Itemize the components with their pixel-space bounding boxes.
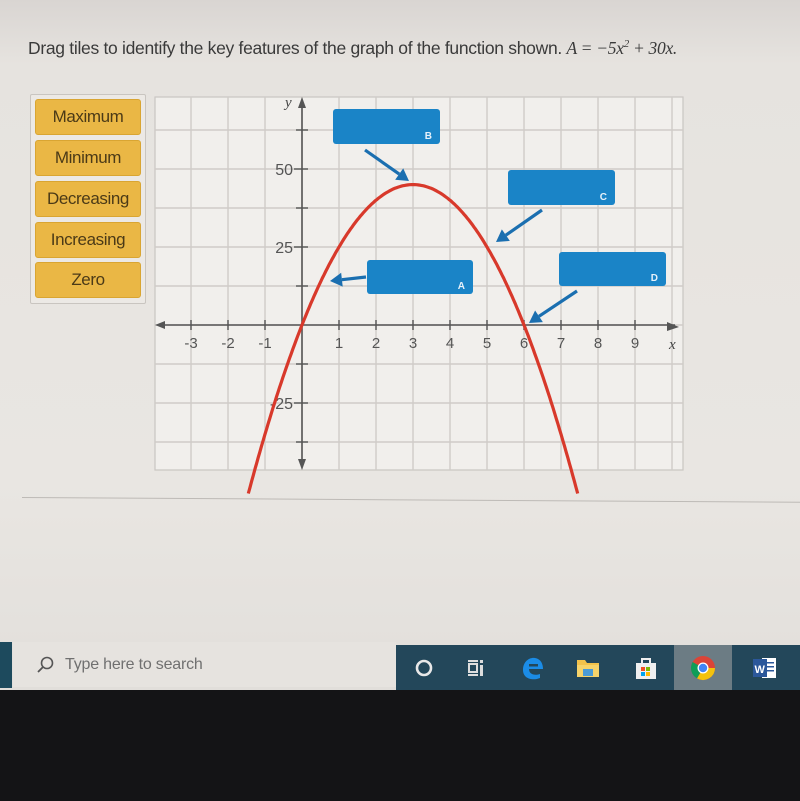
tile-increasing[interactable]: Increasing bbox=[35, 222, 141, 258]
drop-zone-c[interactable]: C bbox=[508, 170, 615, 205]
tile-maximum[interactable]: Maximum bbox=[35, 99, 141, 135]
screen-bezel bbox=[0, 690, 800, 801]
taskbar-word[interactable]: W bbox=[736, 645, 794, 694]
section-divider bbox=[21, 497, 800, 503]
search-placeholder: Type here to search bbox=[65, 655, 203, 673]
word-icon: W bbox=[753, 658, 776, 678]
function-equation: A = −5x2 + 30x. bbox=[566, 38, 678, 58]
prompt-text: Drag tiles to identify the key features … bbox=[28, 38, 562, 58]
svg-text:W: W bbox=[755, 664, 766, 676]
x-axis-label: x bbox=[668, 337, 676, 353]
taskbar-cortana[interactable] bbox=[400, 645, 448, 691]
x-tick-label: 1 bbox=[335, 335, 343, 352]
task-view-icon bbox=[468, 660, 483, 676]
x-tick-label: -3 bbox=[184, 335, 197, 352]
drop-zone-label: D bbox=[650, 273, 658, 284]
question-prompt: Drag tiles to identify the key features … bbox=[28, 38, 677, 59]
drop-zone-a[interactable]: A bbox=[367, 260, 473, 294]
taskbar-chrome[interactable] bbox=[674, 645, 732, 694]
chrome-icon bbox=[690, 656, 715, 681]
y-axis-label: y bbox=[283, 95, 292, 111]
x-tick-label: 5 bbox=[483, 335, 491, 352]
x-tick-label: 6 bbox=[520, 335, 528, 352]
x-tick-label: 7 bbox=[557, 335, 565, 352]
equation-part: A = −5x bbox=[566, 38, 624, 58]
taskbar-task-view[interactable] bbox=[452, 645, 500, 691]
drop-zone-b[interactable]: B bbox=[333, 109, 440, 144]
folder-icon bbox=[577, 660, 599, 677]
tile-decreasing[interactable]: Decreasing bbox=[35, 181, 141, 217]
start-button[interactable] bbox=[0, 642, 12, 688]
drop-zone-label: C bbox=[599, 192, 607, 203]
taskbar-store[interactable] bbox=[622, 645, 670, 691]
cortana-icon bbox=[415, 659, 433, 677]
tile-zero[interactable]: Zero bbox=[35, 262, 141, 298]
equation-part: + 30x. bbox=[628, 38, 677, 58]
drop-zone-d[interactable]: D bbox=[559, 252, 666, 286]
drop-zone-label: B bbox=[424, 131, 432, 142]
y-tick-label: 50 bbox=[275, 162, 293, 179]
store-icon bbox=[636, 658, 656, 679]
taskbar-edge[interactable] bbox=[508, 645, 556, 691]
y-tick-label: 25 bbox=[275, 240, 293, 257]
search-icon bbox=[37, 656, 54, 673]
taskbar-apps: W bbox=[396, 645, 800, 694]
x-tick-label: 4 bbox=[446, 335, 454, 352]
edge-icon bbox=[523, 657, 543, 680]
x-tick-label: -2 bbox=[221, 335, 234, 352]
tile-minimum[interactable]: Minimum bbox=[35, 140, 141, 176]
drop-zone-label: A bbox=[457, 281, 465, 292]
tile-bank: Maximum Minimum Decreasing Increasing Ze… bbox=[30, 94, 146, 304]
taskbar-file-explorer[interactable] bbox=[564, 645, 612, 691]
x-tick-label: 3 bbox=[409, 335, 417, 352]
x-tick-label: 8 bbox=[594, 335, 602, 352]
x-tick-label: -1 bbox=[258, 335, 271, 352]
x-tick-label: 2 bbox=[372, 335, 380, 352]
x-tick-label: 9 bbox=[631, 335, 639, 352]
taskbar-search[interactable]: Type here to search bbox=[13, 642, 396, 687]
